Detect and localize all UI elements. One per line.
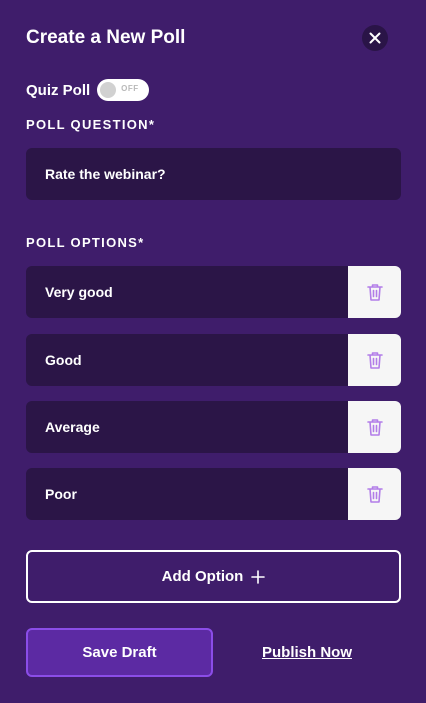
plus-icon <box>251 569 266 584</box>
trash-icon <box>366 352 383 369</box>
trash-icon <box>366 419 383 436</box>
trash-icon <box>366 486 383 503</box>
delete-option-button[interactable] <box>348 334 401 386</box>
poll-options-label: POLL OPTIONS* <box>26 235 145 250</box>
poll-option-row: Average <box>26 401 401 453</box>
poll-option-row: Poor <box>26 468 401 520</box>
toggle-knob <box>100 82 117 98</box>
quiz-poll-row: Quiz Poll OFF <box>26 79 150 101</box>
add-option-label: Add Option <box>161 568 244 585</box>
poll-option-input[interactable]: Good <box>26 334 348 386</box>
poll-question-input[interactable]: Rate the webinar? <box>26 148 401 200</box>
poll-option-input[interactable]: Average <box>26 401 348 453</box>
poll-option-row: Very good <box>26 266 401 318</box>
close-icon <box>369 32 381 44</box>
poll-option-input[interactable]: Very good <box>26 266 348 318</box>
poll-header: Create a New Poll <box>26 25 400 52</box>
save-draft-button[interactable]: Save Draft <box>26 628 213 677</box>
add-option-button[interactable]: Add Option <box>26 550 401 603</box>
quiz-poll-toggle[interactable]: OFF <box>97 79 150 101</box>
toggle-state-text: OFF <box>121 84 139 93</box>
poll-option-input[interactable]: Poor <box>26 468 348 520</box>
close-button[interactable] <box>362 25 388 51</box>
delete-option-button[interactable] <box>348 401 401 453</box>
quiz-poll-label: Quiz Poll <box>26 81 91 99</box>
publish-now-link[interactable]: Publish Now <box>213 628 401 677</box>
page-title: Create a New Poll <box>26 27 186 48</box>
poll-option-row: Good <box>26 334 401 386</box>
trash-icon <box>366 284 383 301</box>
poll-question-label: POLL QUESTION* <box>26 117 156 132</box>
delete-option-button[interactable] <box>348 266 401 318</box>
delete-option-button[interactable] <box>348 468 401 520</box>
